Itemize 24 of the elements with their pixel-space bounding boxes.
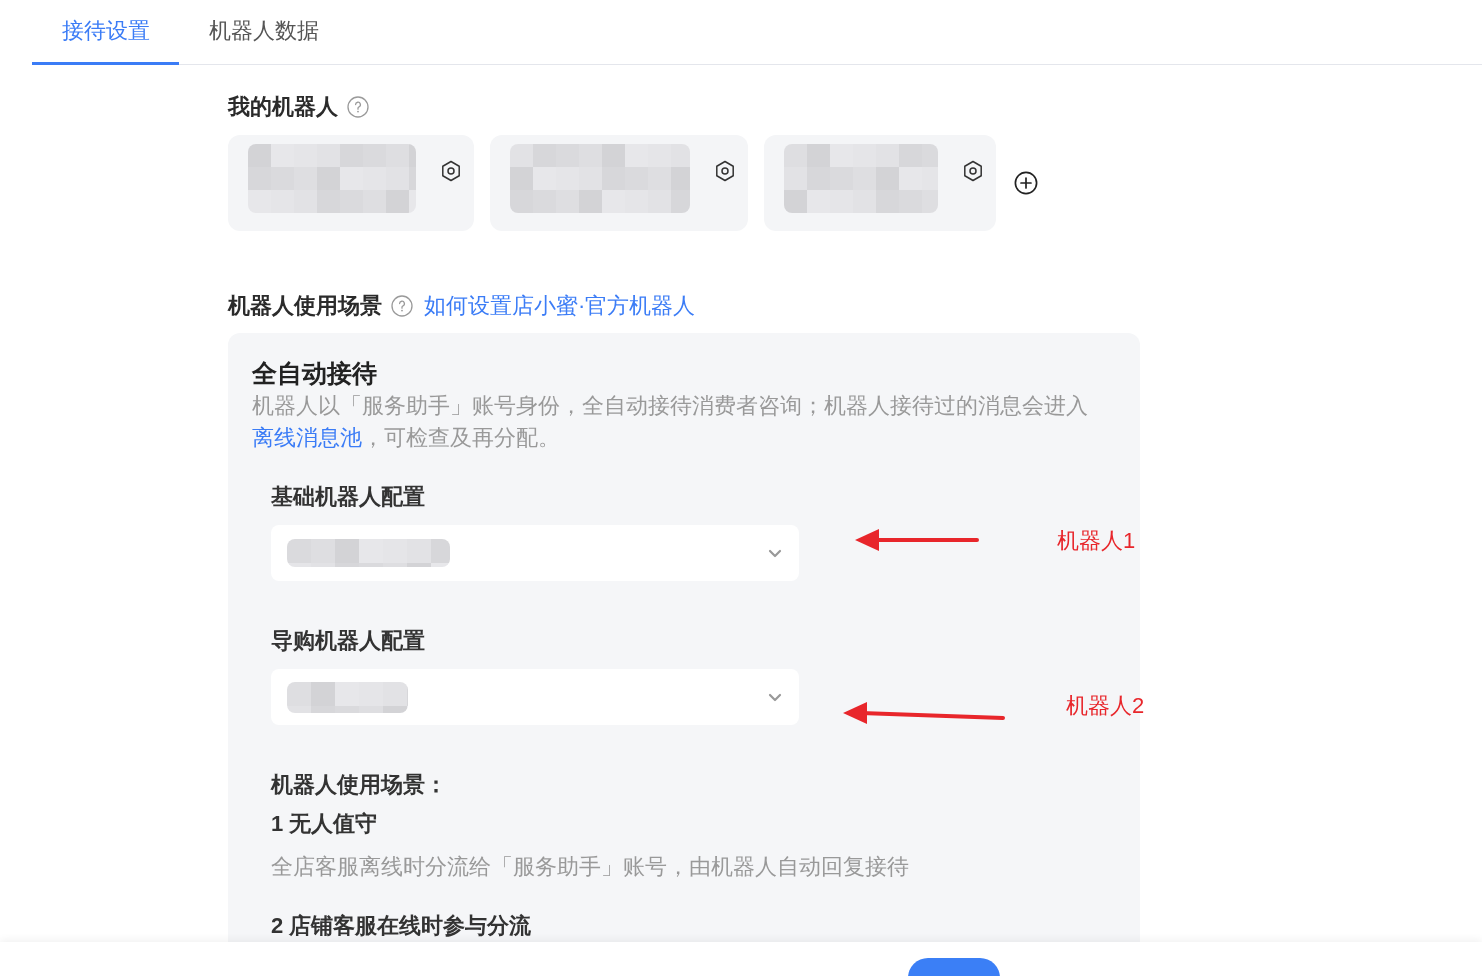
annotation-label: 机器人1 — [1057, 527, 1136, 555]
config-label: 导购机器人配置 — [271, 627, 426, 655]
help-icon — [391, 295, 413, 317]
help-link[interactable]: 如何设置店小蜜·官方机器人 — [424, 292, 696, 320]
settings-icon[interactable] — [440, 160, 462, 182]
annotation-label: 机器人2 — [1066, 692, 1145, 720]
offline-pool-link[interactable]: 离线消息池 — [252, 425, 362, 450]
mode-title: 全自动接待 — [252, 358, 378, 389]
usage-item-description: 全店客服离线时分流给「服务助手」账号，由机器人自动回复接待 — [271, 853, 910, 881]
mode-description: 机器人以「服务助手」账号身份，全自动接待消费者咨询；机器人接待过的消息会进入 离线消息池，可检查及再分配。 — [252, 392, 1089, 452]
config-label: 基础机器人配置 — [271, 483, 426, 511]
tab[interactable]: 机器人数据 — [179, 0, 348, 65]
chevron-down-icon — [768, 548, 782, 558]
section-title: 机器人使用场景 — [228, 292, 382, 320]
usage-item-title: 2 店铺客服在线时参与分流 — [271, 912, 533, 940]
tab[interactable]: 接待设置 — [32, 0, 179, 65]
usage-title: 机器人使用场景： — [271, 771, 448, 799]
help-icon — [347, 96, 369, 118]
section-title: 我的机器人 — [228, 93, 338, 121]
chevron-down-icon — [768, 692, 782, 702]
settings-icon[interactable] — [714, 160, 736, 182]
settings-icon[interactable] — [962, 160, 984, 182]
add-icon[interactable] — [1014, 171, 1038, 195]
usage-item-title: 1 无人值守 — [271, 810, 379, 838]
